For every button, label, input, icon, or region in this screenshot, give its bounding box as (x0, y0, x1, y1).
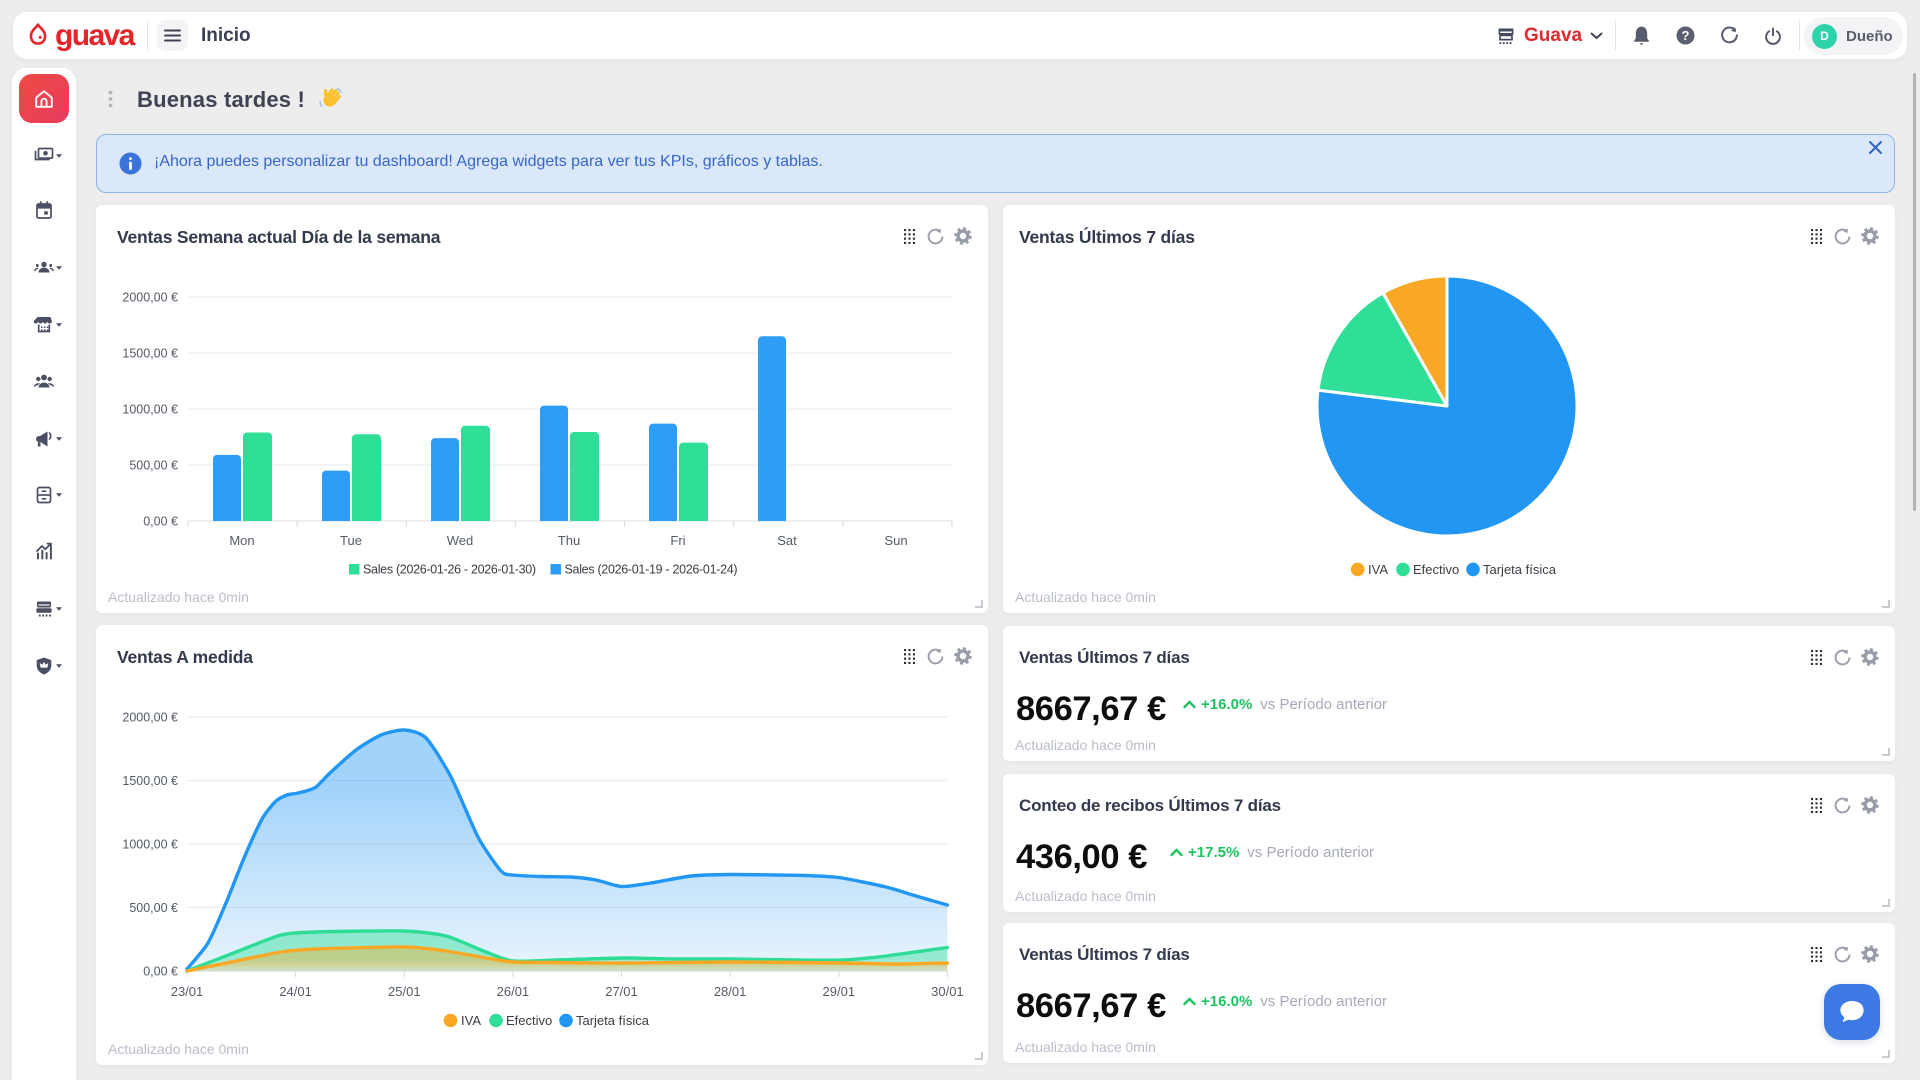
svg-text:30/01: 30/01 (931, 984, 964, 999)
svg-text:0,00 €: 0,00 € (143, 965, 178, 979)
svg-text:Sales (2026-01-26 - 2026-01-30: Sales (2026-01-26 - 2026-01-30) (363, 563, 536, 577)
svg-text:Thu: Thu (558, 533, 580, 548)
svg-text:?: ? (1681, 28, 1689, 43)
svg-text:1000,00 €: 1000,00 € (122, 403, 178, 417)
svg-text:Tarjeta física: Tarjeta física (1483, 562, 1557, 577)
svg-text:28/01: 28/01 (714, 984, 747, 999)
svg-text:1500,00 €: 1500,00 € (122, 347, 178, 361)
svg-text:Sat: Sat (777, 533, 797, 548)
svg-text:Efectivo: Efectivo (506, 1013, 552, 1028)
svg-text:24/01: 24/01 (279, 984, 312, 999)
svg-text:23/01: 23/01 (171, 984, 204, 999)
svg-text:27/01: 27/01 (605, 984, 638, 999)
svg-text:25/01: 25/01 (388, 984, 421, 999)
svg-text:Wed: Wed (447, 533, 474, 548)
svg-text:Tue: Tue (340, 533, 362, 548)
svg-text:2000,00 €: 2000,00 € (122, 291, 178, 305)
svg-text:IVA: IVA (1368, 562, 1388, 577)
svg-text:Mon: Mon (229, 533, 254, 548)
svg-text:IVA: IVA (461, 1013, 481, 1028)
svg-text:Sun: Sun (884, 533, 907, 548)
svg-text:Tarjeta física: Tarjeta física (576, 1013, 650, 1028)
svg-text:2000,00 €: 2000,00 € (122, 711, 178, 725)
svg-text:1500,00 €: 1500,00 € (122, 774, 178, 788)
svg-text:Fri: Fri (670, 533, 685, 548)
svg-text:0,00 €: 0,00 € (143, 515, 178, 529)
svg-text:500,00 €: 500,00 € (129, 459, 178, 473)
svg-text:500,00 €: 500,00 € (129, 901, 178, 915)
svg-text:Efectivo: Efectivo (1413, 562, 1459, 577)
svg-text:Sales (2026-01-19 - 2026-01-24: Sales (2026-01-19 - 2026-01-24) (565, 563, 738, 577)
svg-text:26/01: 26/01 (497, 984, 530, 999)
svg-text:1000,00 €: 1000,00 € (122, 838, 178, 852)
svg-text:29/01: 29/01 (823, 984, 856, 999)
